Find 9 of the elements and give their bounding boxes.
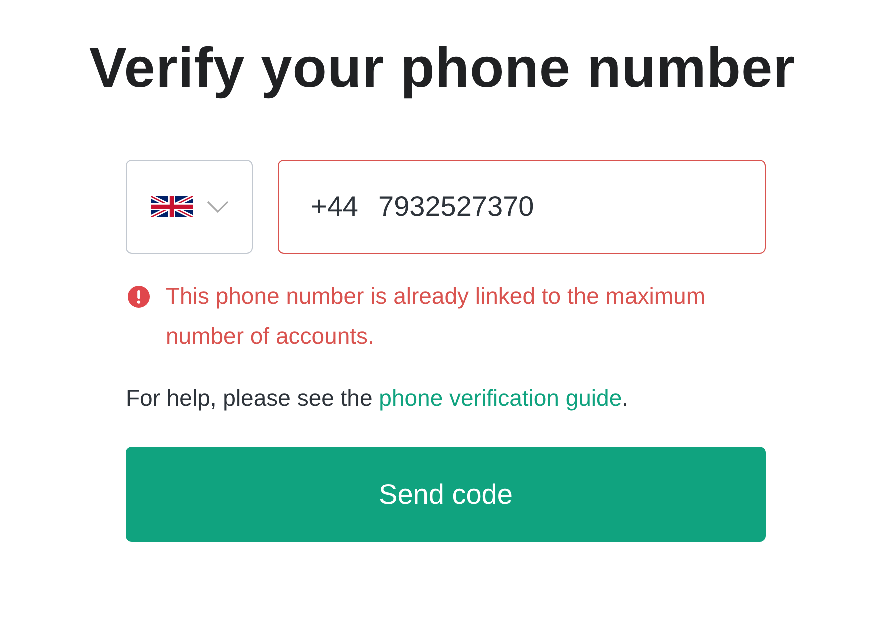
error-message: This phone number is already linked to the maximum number of accounts.	[166, 282, 706, 351]
help-text: For help, please see the phone verification guide.	[126, 384, 630, 413]
phone-input[interactable]: 7932527370	[378, 191, 678, 223]
country-code: +44	[311, 191, 358, 223]
chevron-down-icon	[206, 201, 228, 213]
phone-field[interactable]: +44 7932527370	[278, 160, 766, 254]
country-select[interactable]	[126, 160, 253, 254]
alert-icon	[128, 286, 150, 308]
page-title: Verify your phone number	[90, 35, 796, 101]
